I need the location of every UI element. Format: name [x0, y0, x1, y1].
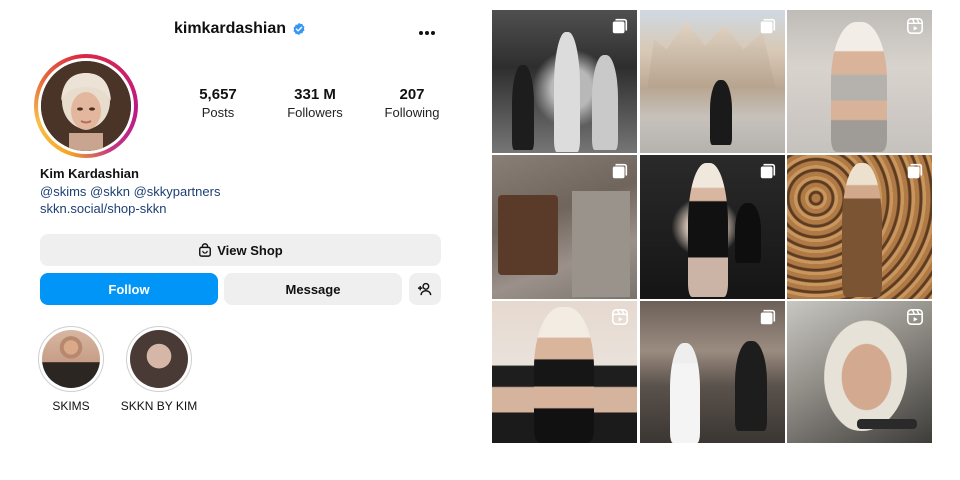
more-horizontal-icon: [419, 31, 435, 35]
shopping-bag-icon: [199, 243, 212, 257]
more-options-button[interactable]: [414, 22, 440, 44]
following-count: 207: [399, 86, 425, 103]
bio-website-link[interactable]: skkn.social/shop-skkn: [40, 201, 440, 216]
followers-label: Followers: [287, 105, 343, 120]
verified-badge-icon: [293, 22, 305, 36]
bio-mentions-link[interactable]: @skims @skkn @skkypartners: [40, 184, 440, 199]
add-user-icon: [418, 282, 432, 296]
profile-bio: Kim Kardashian @skims @skkn @skkypartner…: [40, 166, 440, 216]
story-highlight-skims[interactable]: SKIMS: [38, 326, 104, 413]
posts-count: 5,657: [199, 86, 237, 103]
highlight-label: SKIMS: [52, 399, 90, 413]
carousel-icon: [612, 163, 628, 179]
highlight-cover-image: [130, 330, 188, 388]
username: kimkardashian: [173, 20, 287, 37]
following-label: Following: [384, 105, 440, 120]
stat-followers[interactable]: 331 M Followers: [270, 86, 360, 120]
story-highlight-skkn[interactable]: SKKN BY KIM: [121, 326, 197, 413]
reel-icon: [906, 308, 924, 326]
profile-header: kimkardashian: [40, 20, 440, 48]
carousel-icon: [907, 163, 923, 179]
post-tile[interactable]: [787, 301, 932, 443]
username-row: kimkardashian: [40, 20, 440, 38]
post-tile[interactable]: [787, 155, 932, 299]
stat-posts[interactable]: 5,657 Posts: [186, 86, 250, 120]
avatar: [41, 61, 131, 151]
post-tile[interactable]: [492, 10, 637, 153]
reel-icon: [611, 308, 629, 326]
carousel-icon: [760, 163, 775, 179]
post-tile[interactable]: [787, 10, 932, 153]
profile-avatar-story-ring[interactable]: [34, 54, 138, 158]
message-button[interactable]: Message: [224, 273, 402, 305]
highlight-cover-image: [42, 330, 100, 388]
posts-label: Posts: [201, 105, 235, 120]
carousel-icon: [760, 18, 775, 34]
carousel-icon: [612, 18, 628, 34]
post-tile[interactable]: [492, 155, 637, 299]
view-shop-button[interactable]: View Shop: [40, 234, 441, 266]
post-tile[interactable]: [639, 155, 785, 299]
profile-stats: 5,657 Posts 331 M Followers 207 Followin…: [186, 86, 452, 120]
reel-icon: [906, 17, 924, 35]
followers-count: 331 M: [294, 86, 336, 103]
view-shop-label: View Shop: [217, 242, 283, 258]
message-label: Message: [285, 281, 341, 297]
post-tile[interactable]: [639, 301, 785, 443]
post-tile[interactable]: [492, 301, 637, 443]
profile-full-name: Kim Kardashian: [40, 166, 139, 181]
carousel-icon: [760, 309, 775, 325]
suggested-accounts-button[interactable]: [409, 273, 441, 305]
post-tile[interactable]: [639, 10, 785, 153]
follow-label: Follow: [108, 281, 150, 297]
posts-grid: [492, 10, 932, 443]
avatar-portrait-image: [41, 61, 131, 151]
stat-following[interactable]: 207 Following: [372, 86, 452, 120]
follow-button[interactable]: Follow: [40, 273, 218, 305]
highlight-label: SKKN BY KIM: [120, 399, 198, 413]
